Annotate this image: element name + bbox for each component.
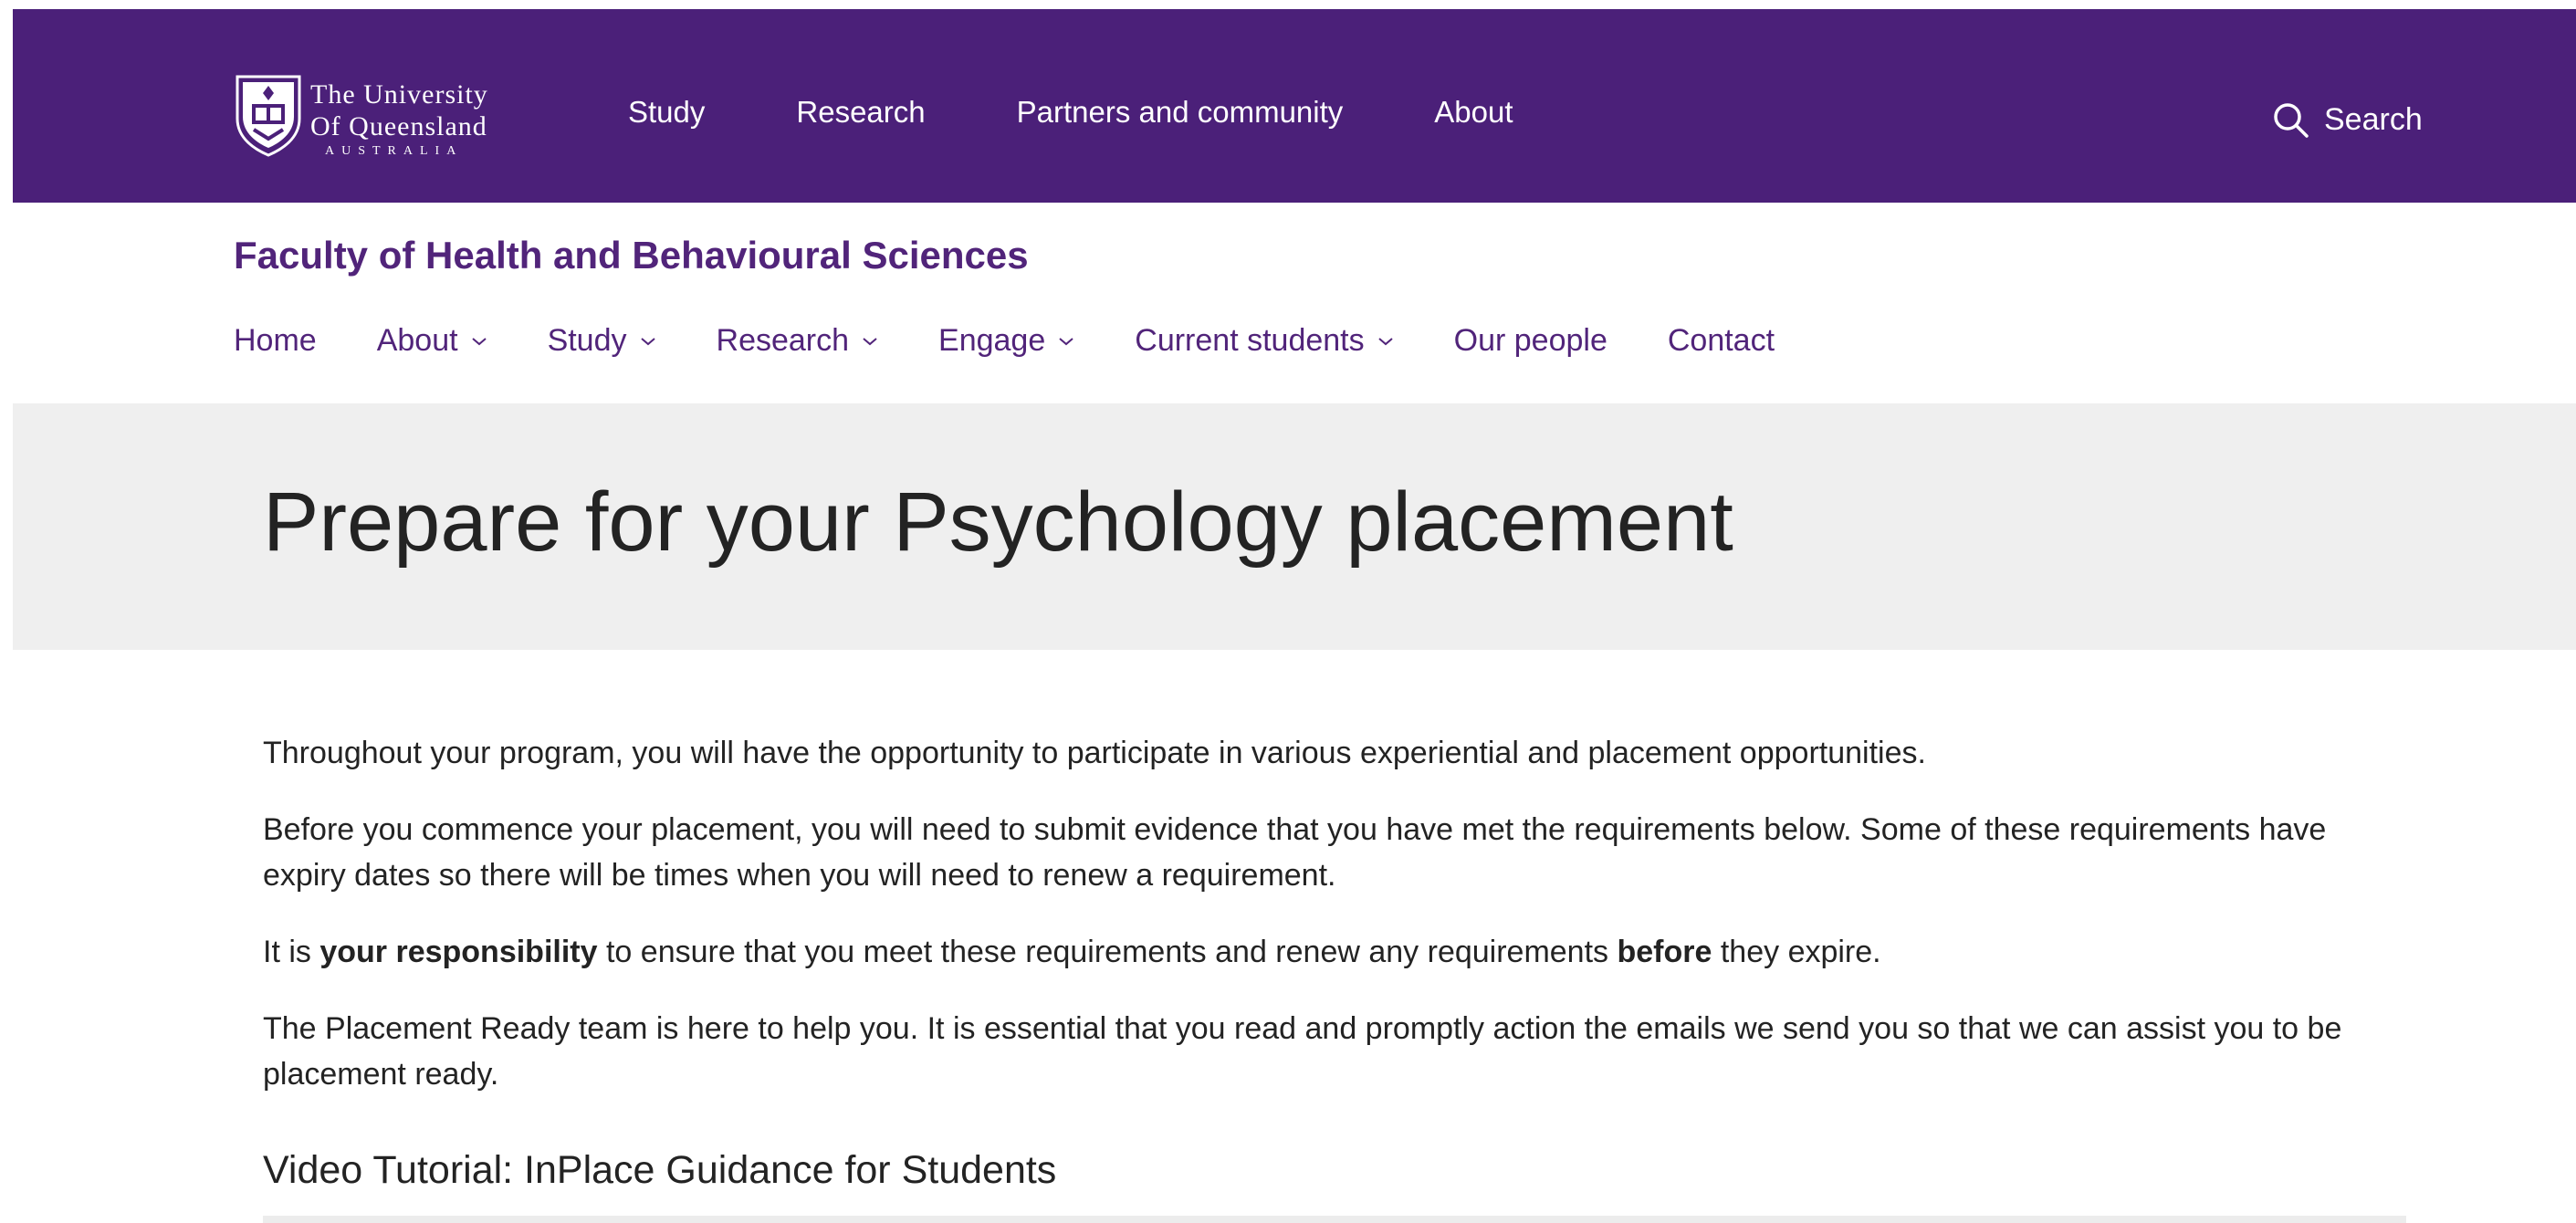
primary-nav-research[interactable]: Research bbox=[796, 95, 925, 130]
faculty-nav-label: Study bbox=[547, 323, 627, 358]
faculty-nav-label: Our people bbox=[1453, 323, 1607, 358]
video-embed[interactable] bbox=[263, 1216, 2406, 1223]
uq-crest-icon bbox=[236, 75, 301, 157]
chevron-down-icon bbox=[863, 337, 877, 345]
faculty-nav-label: Contact bbox=[1667, 323, 1775, 358]
responsibility-paragraph: It is your responsibility to ensure that… bbox=[263, 929, 1881, 975]
search-button[interactable]: Search bbox=[2271, 100, 2423, 139]
search-label: Search bbox=[2324, 101, 2423, 137]
placement-ready-paragraph: The Placement Ready team is here to help… bbox=[263, 1011, 2342, 1092]
faculty-nav-label: Home bbox=[234, 323, 317, 358]
faculty-nav-engage[interactable]: Engage bbox=[938, 323, 1074, 359]
uq-logo[interactable]: The University Of Queensland AUSTRALIA bbox=[234, 73, 544, 166]
search-icon bbox=[2274, 103, 2309, 138]
faculty-title[interactable]: Faculty of Health and Behavioural Scienc… bbox=[234, 234, 1029, 277]
faculty-nav-research[interactable]: Research bbox=[717, 323, 879, 359]
chevron-down-icon bbox=[471, 337, 487, 345]
faculty-nav-study[interactable]: Study bbox=[548, 323, 656, 359]
video-tutorial-heading: Video Tutorial: InPlace Guidance for Stu… bbox=[263, 1148, 1057, 1192]
primary-nav-study[interactable]: Study bbox=[628, 95, 705, 130]
before-bold: before bbox=[1617, 935, 1712, 969]
faculty-nav-label: About bbox=[376, 323, 458, 358]
faculty-nav-about[interactable]: About bbox=[377, 323, 487, 359]
chevron-down-icon bbox=[640, 337, 655, 345]
responsibility-text-c: to ensure that you meet these requiremen… bbox=[597, 935, 1618, 969]
primary-nav-partners[interactable]: Partners and community bbox=[1017, 95, 1344, 130]
faculty-nav-contact[interactable]: Contact bbox=[1668, 323, 1775, 359]
top-strip bbox=[0, 0, 2576, 9]
responsibility-bold: your responsibility bbox=[319, 935, 598, 969]
chevron-down-icon bbox=[1059, 337, 1073, 345]
logo-line-1: The University bbox=[310, 79, 488, 110]
logo-line-2: Of Queensland bbox=[310, 111, 487, 141]
page-hero: Prepare for your Psychology placement bbox=[13, 403, 2576, 650]
faculty-nav-current-students[interactable]: Current students bbox=[1135, 323, 1393, 359]
faculty-nav-label: Current students bbox=[1135, 323, 1365, 358]
faculty-nav-label: Research bbox=[716, 323, 850, 358]
faculty-nav: Home About Study Research Engage Current… bbox=[234, 323, 1775, 359]
intro-paragraph: Throughout your program, you will have t… bbox=[263, 736, 1926, 770]
faculty-nav-home[interactable]: Home bbox=[234, 323, 317, 359]
primary-nav: Study Research Partners and community Ab… bbox=[628, 95, 1513, 130]
responsibility-text-e: they expire. bbox=[1712, 935, 1881, 969]
logo-line-3: AUSTRALIA bbox=[325, 144, 464, 158]
faculty-nav-label: Engage bbox=[938, 323, 1046, 358]
responsibility-text-a: It is bbox=[263, 935, 320, 969]
chevron-down-icon bbox=[1377, 337, 1393, 345]
primary-nav-about[interactable]: About bbox=[1434, 95, 1513, 130]
faculty-nav-our-people[interactable]: Our people bbox=[1454, 323, 1607, 359]
site-header: The University Of Queensland AUSTRALIA S… bbox=[13, 9, 2576, 203]
requirements-paragraph: Before you commence your placement, you … bbox=[263, 812, 2327, 893]
page-title: Prepare for your Psychology placement bbox=[263, 476, 1733, 569]
